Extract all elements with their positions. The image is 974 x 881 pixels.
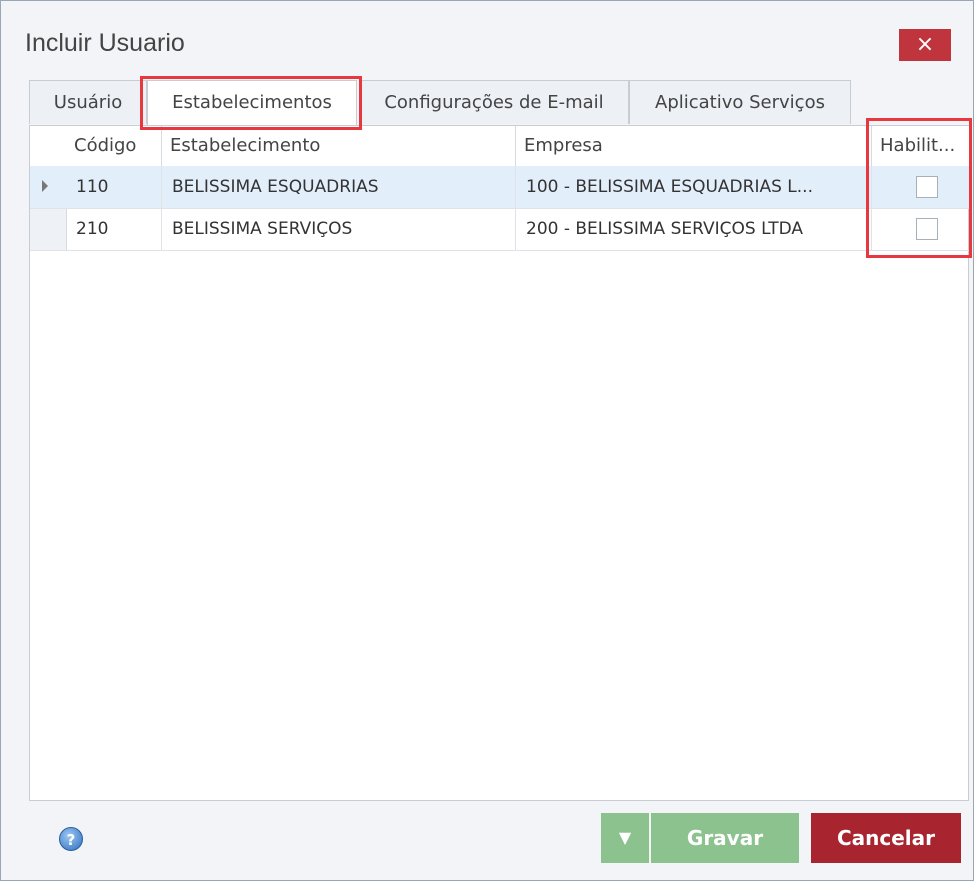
column-header-estabelecimento[interactable]: Estabelecimento [162,126,516,166]
chevron-down-icon: ▼ [618,828,632,847]
save-button[interactable]: Gravar [651,813,799,863]
tab-configuracoes-email[interactable]: Configurações de E-mail [359,80,629,124]
help-icon[interactable]: ? [59,827,83,851]
column-header-codigo[interactable]: Código [66,126,162,166]
close-icon: × [915,32,935,57]
cancel-button[interactable]: Cancelar [811,813,961,863]
title-bar: Incluir Usuario × [1,1,973,73]
cell-empresa: 100 - BELISSIMA ESQUADRIAS L... [516,166,872,208]
highlight-box-estabelecimentos-tab [140,76,362,130]
row-indicator-icon [42,180,48,192]
tab-aplicativo-servicos[interactable]: Aplicativo Serviços [629,80,851,124]
highlight-box-habilitado-column [866,118,972,258]
table-row[interactable]: 210 BELISSIMA SERVIÇOS 200 - BELISSIMA S… [30,208,970,251]
table-row[interactable]: 110 BELISSIMA ESQUADRIAS 100 - BELISSIMA… [30,166,970,209]
cell-estabelecimento: BELISSIMA ESQUADRIAS [162,166,516,208]
tab-usuario[interactable]: Usuário [29,80,147,124]
cell-codigo: 110 [66,166,162,208]
gravar-dropdown-button[interactable]: ▼ [601,813,649,863]
dialog-title: Incluir Usuario [25,29,185,57]
establishments-grid: Código Estabelecimento Empresa Habilit..… [29,125,970,801]
cell-empresa: 200 - BELISSIMA SERVIÇOS LTDA [516,208,872,250]
close-button[interactable]: × [899,29,951,61]
column-header-empresa[interactable]: Empresa [516,126,872,166]
cell-estabelecimento: BELISSIMA SERVIÇOS [162,208,516,250]
button-bar: ? ▼ Gravar Cancelar [1,801,973,880]
grid-header: Código Estabelecimento Empresa Habilit..… [30,126,970,167]
cell-codigo: 210 [66,208,162,250]
dialog-window: Incluir Usuario × Usuário Estabeleciment… [0,0,974,881]
